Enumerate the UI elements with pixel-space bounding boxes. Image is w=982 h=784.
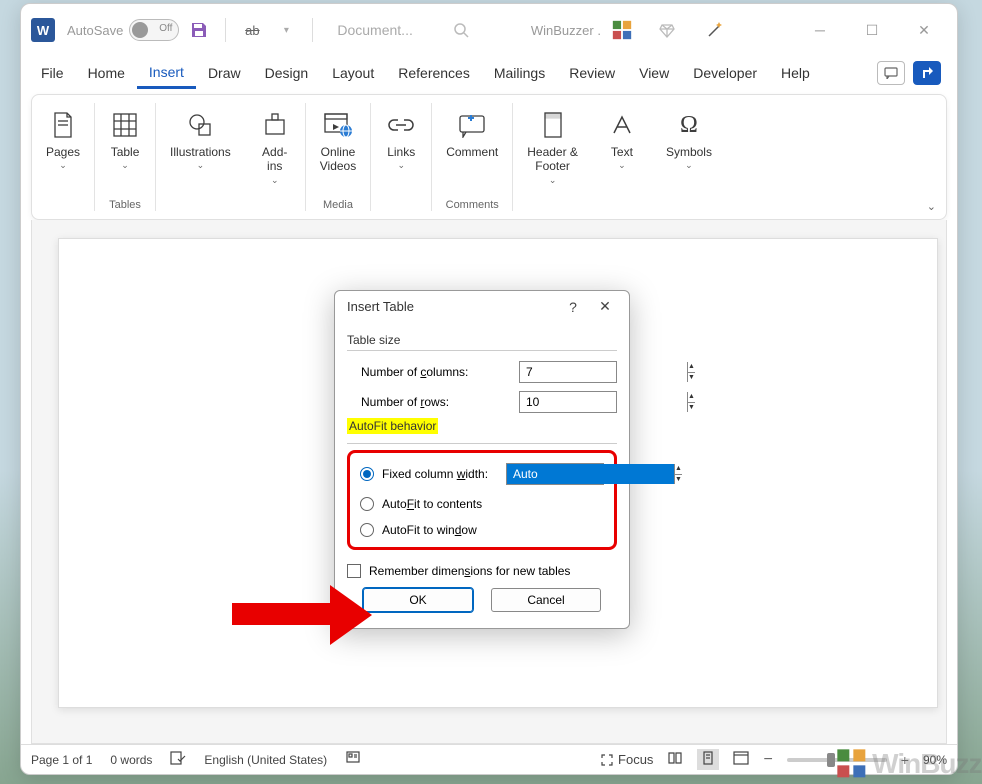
section-table-size: Table size (347, 329, 617, 351)
rows-spinner[interactable]: ▲▼ (519, 391, 617, 413)
dialog-titlebar: Insert Table ? ✕ (335, 291, 629, 323)
fixed-up[interactable]: ▲ (675, 464, 682, 475)
addins-icon (259, 107, 291, 143)
status-language[interactable]: English (United States) (204, 753, 327, 767)
radio-fixed-label: Fixed column width: (382, 467, 488, 481)
table-icon (109, 107, 141, 143)
read-mode-icon[interactable] (667, 751, 683, 768)
online-videos-icon (322, 107, 354, 143)
tab-references[interactable]: References (386, 59, 482, 87)
dialog-title: Insert Table (347, 299, 414, 314)
symbols-icon: Ω (673, 107, 705, 143)
tab-review[interactable]: Review (557, 59, 627, 87)
radio-fixed-width[interactable] (360, 467, 374, 481)
status-words[interactable]: 0 words (110, 753, 152, 767)
tab-draw[interactable]: Draw (196, 59, 253, 87)
ribbon-collapse-icon[interactable]: ⌄ (927, 200, 936, 213)
focus-icon[interactable]: Focus (600, 752, 653, 767)
rows-up[interactable]: ▲ (688, 392, 695, 403)
autosave-toggle[interactable]: Off (129, 19, 179, 41)
share-button[interactable] (913, 61, 941, 85)
autosave-label: AutoSave (67, 23, 123, 38)
ribbon-symbols[interactable]: Ω Symbols ⌄ (652, 103, 726, 190)
header-footer-icon (537, 107, 569, 143)
winbuzzer-watermark: WinBuzzer (836, 748, 982, 780)
qat-overflow-icon[interactable]: ▾ (274, 18, 298, 42)
remember-checkbox[interactable] (347, 564, 361, 578)
insert-table-dialog: Insert Table ? ✕ Table size Number of co… (334, 290, 630, 629)
illustrations-icon (184, 107, 216, 143)
ribbon-illustrations[interactable]: Illustrations ⌄ (156, 103, 245, 190)
search-icon[interactable] (449, 18, 473, 42)
links-icon (385, 107, 417, 143)
comment-icon (456, 107, 488, 143)
maximize-button[interactable]: ☐ (849, 12, 895, 48)
ribbon-table[interactable]: Table ⌄ (95, 103, 155, 175)
document-title[interactable]: Document... (337, 22, 412, 38)
diamond-icon[interactable] (655, 18, 679, 42)
titlebar: W AutoSave Off ab ▾ Document... WinBuzze… (21, 4, 957, 56)
autofit-highlight-box: Fixed column width: ▲▼ AutoFit to conten… (347, 450, 617, 550)
cancel-button[interactable]: Cancel (491, 588, 601, 612)
accessibility-icon[interactable] (345, 751, 361, 768)
account-avatar-icon[interactable] (611, 19, 633, 41)
dialog-help-button[interactable]: ? (561, 295, 585, 319)
ribbon-comment[interactable]: Comment (432, 103, 512, 163)
dialog-close-button[interactable]: ✕ (593, 295, 617, 319)
close-button[interactable]: ✕ (901, 12, 947, 48)
columns-down[interactable]: ▼ (688, 373, 695, 383)
pages-icon (47, 107, 79, 143)
radio-autofit-window[interactable] (360, 523, 374, 537)
ribbon-pages[interactable]: Pages ⌄ (32, 103, 94, 175)
tab-insert[interactable]: Insert (137, 58, 196, 89)
radio-contents-label: AutoFit to contents (382, 497, 482, 511)
columns-up[interactable]: ▲ (688, 362, 695, 373)
word-app-icon: W (31, 18, 55, 42)
statusbar: Page 1 of 1 0 words English (United Stat… (21, 744, 957, 774)
radio-autofit-contents[interactable] (360, 497, 374, 511)
status-page[interactable]: Page 1 of 1 (31, 753, 92, 767)
text-icon (606, 107, 638, 143)
rows-input[interactable] (520, 392, 687, 412)
wand-icon[interactable] (703, 18, 727, 42)
columns-spinner[interactable]: ▲▼ (519, 361, 617, 383)
rows-down[interactable]: ▼ (688, 403, 695, 413)
account-name[interactable]: WinBuzzer . (531, 23, 601, 38)
tab-file[interactable]: File (29, 59, 76, 87)
fixed-width-input[interactable] (507, 464, 674, 484)
tab-design[interactable]: Design (253, 59, 321, 87)
tab-view[interactable]: View (627, 59, 681, 87)
ribbon-header-footer[interactable]: Header & Footer ⌄ (513, 103, 592, 190)
minimize-button[interactable]: ─ (797, 12, 843, 48)
tab-help[interactable]: Help (769, 59, 822, 87)
ribbon-text[interactable]: Text ⌄ (592, 103, 652, 190)
columns-input[interactable] (520, 362, 687, 382)
comments-button[interactable] (877, 61, 905, 85)
ribbon-addins[interactable]: Add- ins ⌄ (245, 103, 305, 190)
remember-label: Remember dimensions for new tables (369, 564, 570, 578)
rows-label: Number of rows: (361, 395, 511, 409)
fixed-width-spinner[interactable]: ▲▼ (506, 463, 604, 485)
radio-window-label: AutoFit to window (382, 523, 477, 537)
tab-mailings[interactable]: Mailings (482, 59, 557, 87)
strikethrough-icon[interactable]: ab (240, 18, 264, 42)
fixed-down[interactable]: ▼ (675, 475, 682, 485)
ok-button[interactable]: OK (363, 588, 473, 612)
ribbon: Pages ⌄ Table ⌄ Tables Illustrations (31, 94, 947, 220)
tab-layout[interactable]: Layout (320, 59, 386, 87)
ribbon-links[interactable]: Links ⌄ (371, 103, 431, 175)
ribbon-online-videos[interactable]: Online Videos (306, 103, 370, 178)
tab-developer[interactable]: Developer (681, 59, 769, 87)
web-layout-icon[interactable] (733, 751, 749, 768)
save-icon[interactable] (187, 18, 211, 42)
section-autofit: AutoFit behavior (347, 418, 438, 434)
print-layout-icon[interactable] (697, 749, 719, 770)
zoom-out-button[interactable]: − (763, 751, 772, 769)
annotation-arrow (232, 585, 372, 645)
columns-label: Number of columns: (361, 365, 511, 379)
ribbon-tabs: File Home Insert Draw Design Layout Refe… (21, 56, 957, 90)
spellcheck-icon[interactable] (170, 751, 186, 768)
autosave-group: AutoSave Off (67, 19, 179, 41)
tab-home[interactable]: Home (76, 59, 137, 87)
